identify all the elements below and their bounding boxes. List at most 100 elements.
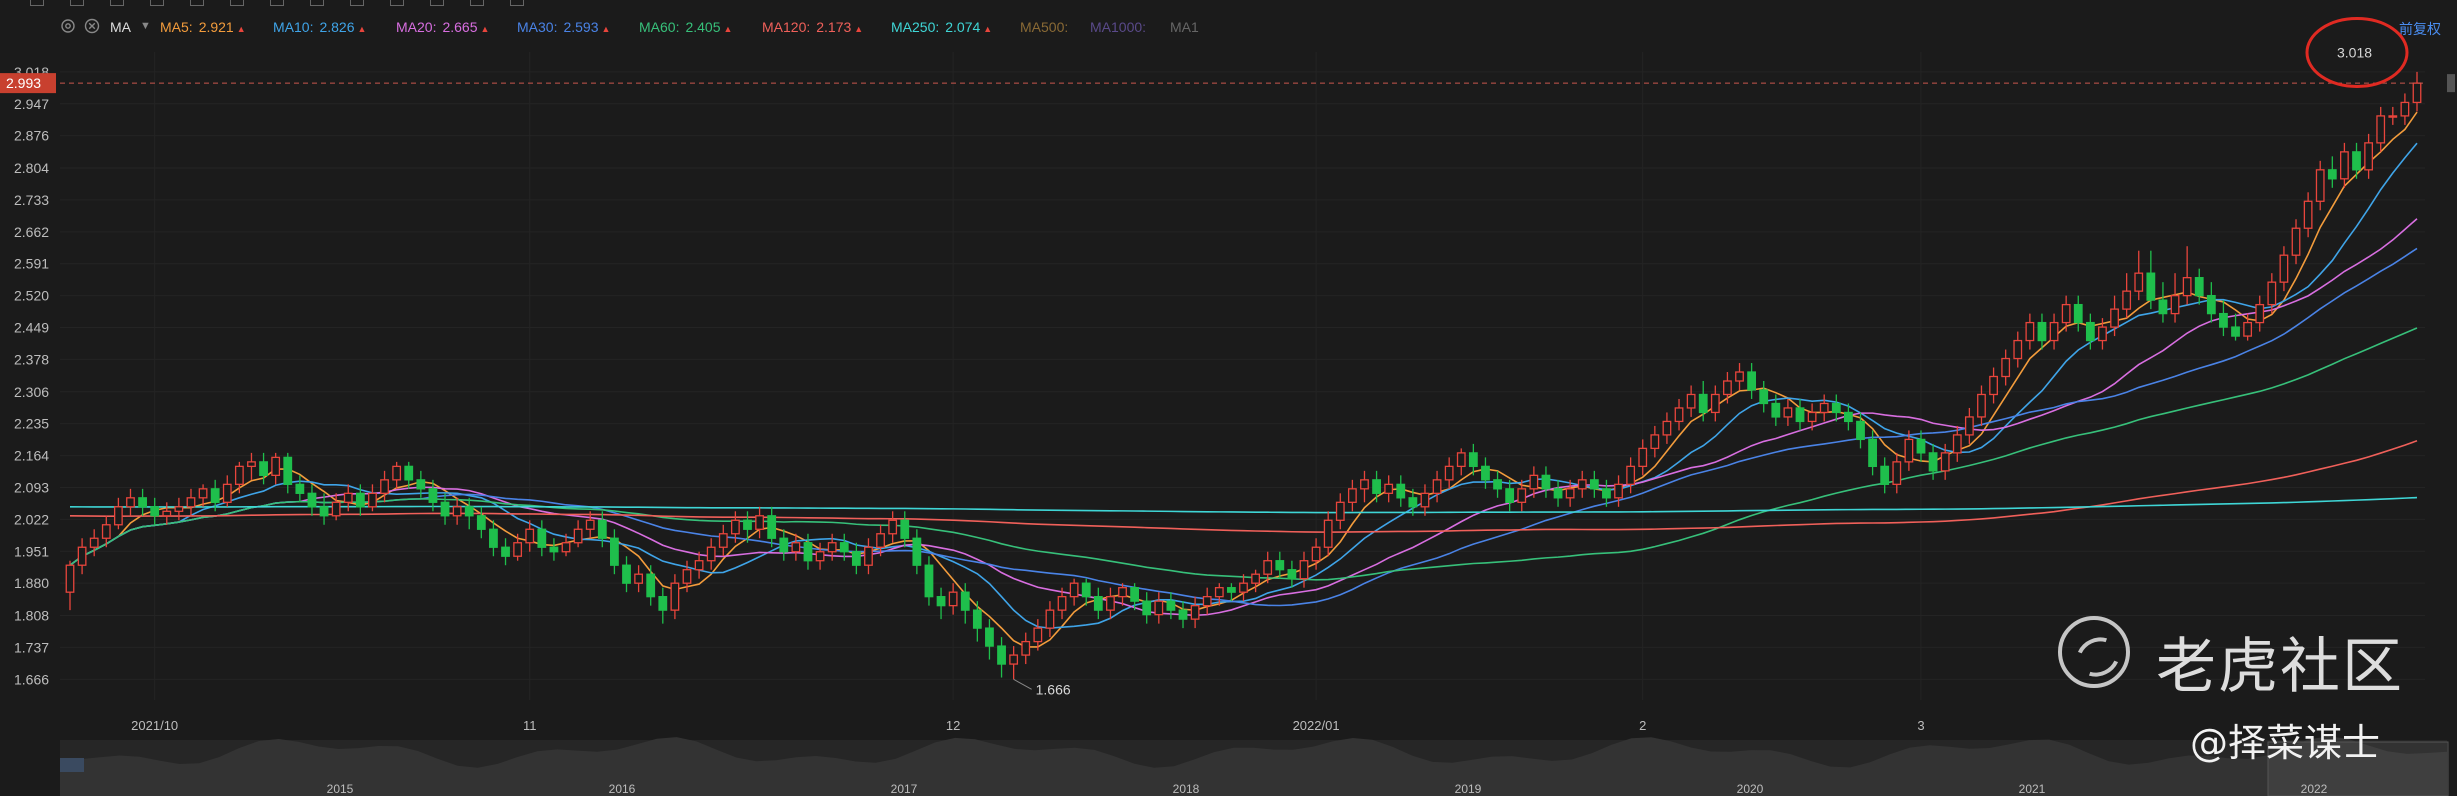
- candle[interactable]: [2388, 106, 2398, 125]
- candle[interactable]: [549, 538, 559, 561]
- candle[interactable]: [222, 475, 232, 507]
- candle[interactable]: [743, 511, 752, 543]
- candle[interactable]: [755, 506, 764, 539]
- candle[interactable]: [670, 574, 680, 620]
- candle[interactable]: [307, 484, 317, 516]
- candle[interactable]: [1928, 443, 1938, 480]
- candle[interactable]: [1021, 632, 1031, 665]
- candle[interactable]: [706, 538, 716, 570]
- candle[interactable]: [452, 497, 462, 525]
- candle[interactable]: [1045, 601, 1055, 638]
- candle[interactable]: [1106, 587, 1115, 620]
- candle[interactable]: [126, 488, 135, 516]
- candle[interactable]: [2037, 313, 2047, 350]
- candle[interactable]: [948, 583, 958, 615]
- candle[interactable]: [985, 619, 994, 660]
- candle[interactable]: [622, 556, 631, 593]
- candle[interactable]: [1432, 470, 1442, 503]
- candle[interactable]: [1372, 470, 1381, 503]
- candle[interactable]: [1323, 511, 1333, 557]
- candle[interactable]: [1444, 457, 1454, 489]
- candle[interactable]: [1541, 466, 1551, 498]
- candle[interactable]: [1142, 592, 1152, 624]
- candle[interactable]: [513, 533, 523, 561]
- candle[interactable]: [368, 484, 377, 512]
- candle[interactable]: [1589, 470, 1599, 498]
- candle[interactable]: [2400, 93, 2410, 125]
- candle[interactable]: [1505, 479, 1515, 512]
- candle[interactable]: [2013, 331, 2023, 368]
- candle[interactable]: [1710, 385, 1720, 422]
- price-scroll-handle[interactable]: [2447, 74, 2455, 93]
- candle[interactable]: [1009, 646, 1019, 680]
- candle[interactable]: [1759, 381, 1769, 413]
- candle[interactable]: [573, 520, 583, 548]
- candle[interactable]: [610, 529, 619, 575]
- candle[interactable]: [186, 488, 196, 516]
- candle[interactable]: [1396, 475, 1406, 507]
- candle[interactable]: [1916, 430, 1926, 462]
- candle[interactable]: [138, 488, 147, 516]
- candle[interactable]: [2327, 156, 2337, 188]
- candle[interactable]: [1178, 601, 1188, 629]
- candle[interactable]: [646, 565, 656, 606]
- candle[interactable]: [1420, 484, 1430, 516]
- candle[interactable]: [1069, 578, 1079, 606]
- candle[interactable]: [2073, 295, 2083, 332]
- candle[interactable]: [2303, 192, 2313, 238]
- candle[interactable]: [2134, 250, 2144, 301]
- candle[interactable]: [234, 461, 244, 494]
- candle[interactable]: [259, 452, 268, 485]
- candle[interactable]: [1360, 470, 1369, 503]
- candle[interactable]: [2122, 273, 2132, 319]
- candle[interactable]: [1239, 574, 1248, 602]
- candle[interactable]: [150, 497, 160, 525]
- candle[interactable]: [2170, 273, 2180, 323]
- candle[interactable]: [585, 511, 595, 539]
- candle[interactable]: [1093, 587, 1103, 620]
- candle[interactable]: [2194, 268, 2204, 305]
- candle[interactable]: [2340, 142, 2349, 188]
- navigator-handle[interactable]: [60, 758, 84, 772]
- candle[interactable]: [1662, 412, 1672, 444]
- candle[interactable]: [77, 538, 87, 575]
- candle[interactable]: [2182, 246, 2192, 305]
- candle[interactable]: [2255, 295, 2265, 332]
- candle[interactable]: [2158, 282, 2168, 323]
- candle[interactable]: [1686, 385, 1696, 417]
- candle[interactable]: [2279, 246, 2289, 292]
- candle[interactable]: [1650, 425, 1660, 458]
- candle[interactable]: [1456, 448, 1466, 476]
- candle[interactable]: [1384, 475, 1394, 503]
- candle[interactable]: [2146, 250, 2156, 310]
- candle[interactable]: [247, 452, 256, 480]
- candle[interactable]: [2291, 219, 2301, 265]
- candle[interactable]: [1614, 475, 1623, 507]
- candle[interactable]: [2376, 106, 2386, 152]
- candle[interactable]: [113, 497, 123, 530]
- candle[interactable]: [912, 529, 922, 575]
- candle[interactable]: [464, 497, 474, 530]
- candle[interactable]: [1638, 439, 1648, 476]
- candle[interactable]: [888, 511, 898, 543]
- candle[interactable]: [501, 538, 510, 566]
- candle[interactable]: [2206, 282, 2216, 323]
- candle[interactable]: [1723, 372, 1732, 404]
- candle[interactable]: [1964, 407, 1974, 444]
- candle[interactable]: [162, 502, 172, 525]
- candle[interactable]: [597, 511, 607, 548]
- candle[interactable]: [65, 560, 75, 611]
- candle[interactable]: [658, 587, 668, 624]
- candle[interactable]: [2001, 349, 2011, 386]
- candle[interactable]: [634, 565, 644, 593]
- candle[interactable]: [2412, 71, 2422, 112]
- candle[interactable]: [1154, 592, 1164, 624]
- candle[interactable]: [1335, 493, 1345, 530]
- candle[interactable]: [1989, 367, 1998, 404]
- candle[interactable]: [767, 506, 777, 548]
- candle[interactable]: [997, 637, 1006, 678]
- candle[interactable]: [295, 475, 305, 503]
- candle[interactable]: [1577, 470, 1587, 498]
- candle[interactable]: [1831, 394, 1841, 422]
- candle[interactable]: [864, 538, 873, 575]
